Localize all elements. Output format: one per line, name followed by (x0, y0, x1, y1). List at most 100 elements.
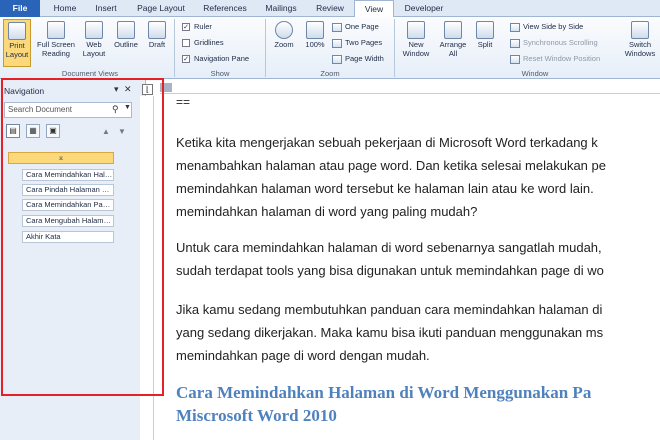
next-heading-icon[interactable]: ▼ (118, 127, 126, 136)
draft-label: Draft (148, 40, 166, 49)
heading-item[interactable]: Akhir Kata (22, 231, 114, 243)
zoom-group-label: Zoom (320, 69, 340, 78)
one-page-button[interactable]: One Page (332, 22, 379, 32)
tab-file[interactable]: File (0, 0, 40, 17)
paragraph-line: Untuk cara memindahkan halaman di word s… (176, 240, 602, 255)
page-width-icon (332, 54, 342, 64)
full-screen-reading-icon (47, 21, 65, 39)
print-layout-label: Print Layout (5, 41, 29, 59)
pane-options-icon[interactable]: ▾ (114, 84, 119, 95)
switch-windows-button[interactable]: Switch Windows (622, 21, 658, 67)
arrange-all-icon (444, 21, 462, 39)
navigation-pane: Navigation ▾ ✕ Search Document ⚲ ▼ ▤ ▦ ▣… (0, 80, 146, 440)
paragraph-line: yang sedang dikerjakan. Maka kamu bisa i… (176, 325, 604, 340)
tab-insert[interactable]: Insert (86, 0, 126, 17)
outline-label: Outline (114, 40, 138, 49)
show-group-label: Show (210, 69, 230, 78)
browse-results-tab-icon[interactable]: ▣ (46, 124, 60, 138)
reset-window-position-button[interactable]: Reset Window Position (510, 54, 600, 64)
zoom-100-icon (306, 21, 324, 39)
draft-button[interactable]: Draft (144, 21, 170, 67)
one-page-label: One Page (345, 22, 379, 31)
print-layout-button[interactable]: Print Layout (3, 19, 31, 67)
section-heading: Miscrosoft Word 2010 (176, 406, 337, 425)
full-screen-reading-button[interactable]: Full Screen Reading (34, 21, 78, 67)
section-heading: Cara Memindahkan Halaman di Word Menggun… (176, 383, 592, 402)
previous-heading-icon[interactable]: ▲ (102, 127, 110, 136)
ribbon-tab-bar: File Home Insert Page Layout References … (0, 0, 660, 18)
vertical-ruler[interactable] (140, 96, 154, 440)
ruler-margin (160, 83, 172, 92)
page-width-label: Page Width (345, 54, 384, 63)
synchronous-scrolling-icon (510, 38, 520, 48)
zoom-label: Zoom (274, 40, 294, 49)
full-screen-reading-label: Full Screen Reading (37, 40, 75, 58)
new-window-icon (407, 21, 425, 39)
heading-item[interactable]: Cara Memindahkan Page di Word (22, 199, 114, 211)
search-icon[interactable]: ⚲ (112, 104, 119, 115)
horizontal-ruler[interactable] (160, 80, 660, 94)
group-separator (394, 19, 395, 77)
gridlines-checkbox-box (182, 39, 190, 48)
close-icon[interactable]: ✕ (124, 84, 132, 95)
view-side-by-side-button[interactable]: View Side by Side (510, 22, 583, 32)
paragraph-line: sudah terdapat tools yang bisa digunakan… (176, 263, 604, 278)
magnifier-icon (275, 21, 293, 39)
split-label: Split (477, 40, 493, 49)
document-views-group-label: Document Views (61, 69, 119, 78)
navigation-pane-title: Navigation (4, 86, 45, 96)
ruler-checkbox-box: ✓ (182, 23, 190, 32)
gridlines-checkbox[interactable]: Gridlines (182, 38, 224, 48)
ruler-checkbox[interactable]: ✓ Ruler (182, 22, 212, 32)
ribbon: Print Layout Full Screen Reading Web Lay… (0, 17, 660, 79)
switch-windows-label: Switch Windows (624, 40, 656, 58)
tab-home[interactable]: Home (46, 0, 84, 17)
window-group-label: Window (521, 69, 549, 78)
one-page-icon (332, 22, 342, 32)
heading-item[interactable]: Cara Pindah Halaman di Word (22, 184, 114, 196)
tab-view[interactable]: View (354, 0, 394, 18)
split-button[interactable]: Split (472, 21, 498, 67)
search-options-chevron-icon[interactable]: ▼ (124, 104, 131, 111)
paragraph-line: memindahkan halaman di word yang paling … (176, 204, 478, 219)
tab-references[interactable]: References (196, 0, 254, 17)
zoom-100-button[interactable]: 100% (301, 21, 329, 67)
paragraph-line: menambahkan halaman atau page word. Dan … (176, 158, 606, 173)
outline-icon (117, 21, 135, 39)
web-layout-button[interactable]: Web Layout (80, 21, 108, 67)
switch-windows-icon (631, 21, 649, 39)
two-pages-label: Two Pages (345, 38, 383, 47)
arrange-all-button[interactable]: Arrange All (436, 21, 470, 67)
document-marker: == (176, 95, 191, 109)
document-page[interactable]: == Ketika kita mengerjakan sebuah pekerj… (154, 95, 660, 440)
web-layout-icon (85, 21, 103, 39)
tab-mailings[interactable]: Mailings (258, 0, 304, 17)
navigation-pane-label: Navigation Pane (194, 54, 250, 63)
browse-headings-tab-icon[interactable]: ▤ (6, 124, 20, 138)
tab-page-layout[interactable]: Page Layout (130, 0, 192, 17)
arrange-all-label: Arrange All (439, 40, 467, 58)
browse-pages-tab-icon[interactable]: ▦ (26, 124, 40, 138)
heading-collapse-bar[interactable]: ⌅ (8, 152, 114, 164)
page-width-button[interactable]: Page Width (332, 54, 384, 64)
navigation-pane-checkbox[interactable]: ✓ Navigation Pane (182, 54, 250, 64)
synchronous-scrolling-button[interactable]: Synchronous Scrolling (510, 38, 598, 48)
tab-selector-icon[interactable]: ⌊ (142, 84, 153, 95)
view-side-by-side-icon (510, 22, 520, 32)
new-window-button[interactable]: New Window (398, 21, 434, 67)
draft-icon (148, 21, 166, 39)
reset-window-position-label: Reset Window Position (523, 54, 601, 63)
zoom-button[interactable]: Zoom (270, 21, 298, 67)
heading-item[interactable]: Cara Mengubah Halaman di Word (22, 215, 114, 227)
tab-developer[interactable]: Developer (398, 0, 450, 17)
tab-review[interactable]: Review (310, 0, 350, 17)
new-window-label: New Window (402, 40, 430, 58)
print-layout-icon (8, 22, 26, 40)
two-pages-icon (332, 38, 342, 48)
two-pages-button[interactable]: Two Pages (332, 38, 382, 48)
paragraph-line: Ketika kita mengerjakan sebuah pekerjaan… (176, 135, 598, 150)
split-icon (476, 21, 494, 39)
outline-button[interactable]: Outline (110, 21, 142, 67)
paragraph-line: memindahkan page di word dengan mudah. (176, 348, 430, 363)
heading-item[interactable]: Cara Memindahkan Halaman di Word Menggun… (22, 169, 114, 181)
